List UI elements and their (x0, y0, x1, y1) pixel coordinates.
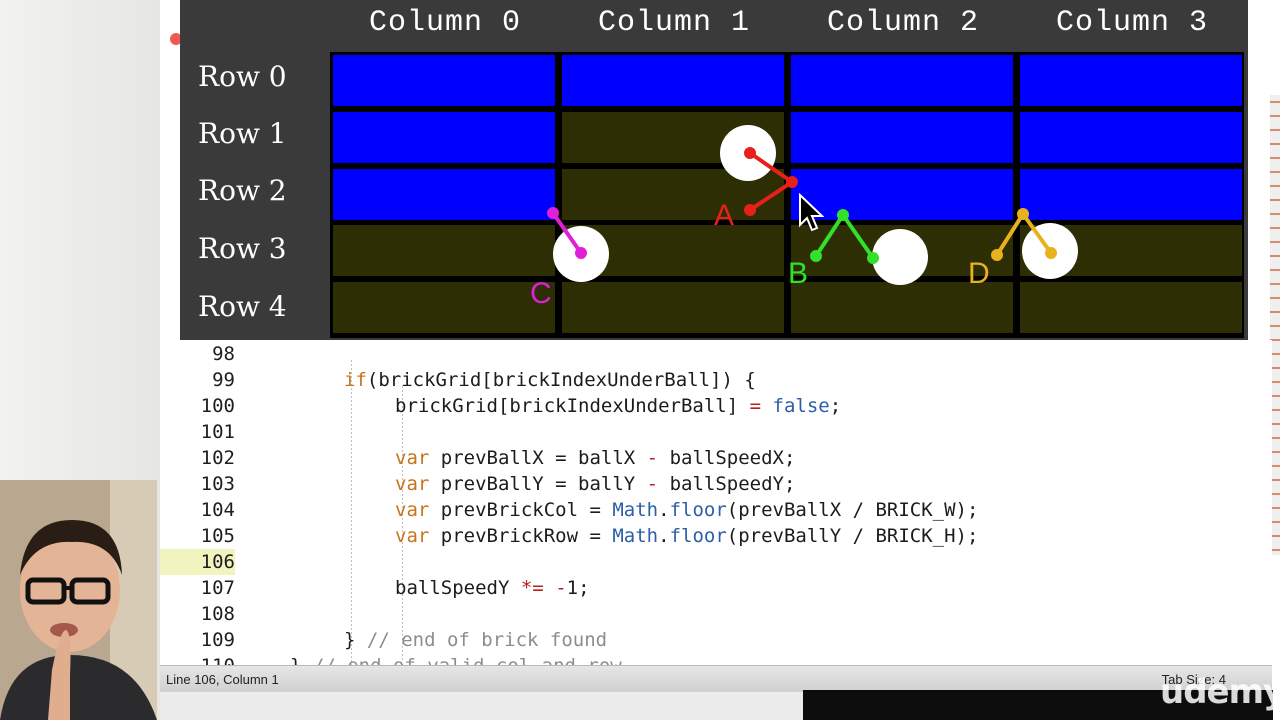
line-number: 98 (212, 343, 235, 365)
code-text: } // end of brick found (344, 629, 608, 651)
code-line[interactable]: 102 var prevBallX = ballX - ballSpeedX; (160, 445, 1272, 471)
status-bar: Line 106, Column 1 Tab Size: 4 (160, 665, 1272, 693)
code-text: ballSpeedY *= -1; (395, 577, 590, 599)
ball-trajectories (547, 147, 1057, 264)
code-line[interactable]: 107 ballSpeedY *= -1; (160, 575, 1272, 601)
line-number: 99 (212, 369, 235, 391)
label-c: C (530, 277, 552, 310)
line-number: 103 (200, 473, 235, 495)
code-text: var prevBallY = ballY - ballSpeedY; (395, 473, 796, 495)
code-line[interactable]: 109 } // end of brick found (160, 627, 1272, 653)
code-line[interactable]: 105 var prevBrickRow = Math.floor(prevBal… (160, 523, 1272, 549)
instructor-webcam (0, 480, 157, 720)
code-text: var prevBrickCol = Math.floor(prevBallX … (395, 499, 979, 521)
line-number: 105 (200, 525, 235, 547)
line-number: 104 (200, 499, 235, 521)
line-number: 108 (200, 603, 235, 625)
code-text: var prevBrickRow = Math.floor(prevBallY … (395, 525, 979, 547)
code-line[interactable]: 101 (160, 419, 1272, 445)
code-line[interactable]: 106 (160, 549, 1272, 575)
line-number: 107 (200, 577, 235, 599)
line-number: 102 (200, 447, 235, 469)
code-line[interactable]: 99 if(brickGrid[brickIndexUnderBall]) { (160, 367, 1272, 393)
trajectory-a (744, 147, 798, 216)
line-number: 101 (200, 421, 235, 443)
brick-grid-diagram: Column 0 Column 1 Column 2 Column 3 Row … (180, 0, 1248, 340)
code-text: brickGrid[brickIndexUnderBall] = false; (395, 395, 842, 417)
udemy-watermark: udemy (1160, 672, 1280, 712)
code-line[interactable]: 108 (160, 601, 1272, 627)
code-line[interactable]: 98 (160, 341, 1272, 367)
code-line[interactable]: 110 } // end of valid col and row (160, 653, 1272, 665)
instructor-image (0, 480, 157, 720)
label-b: B (788, 257, 809, 290)
trajectory-c (547, 207, 587, 259)
code-line[interactable]: 103 var prevBallY = ballY - ballSpeedY; (160, 471, 1272, 497)
code-area[interactable]: 98 99 if(brickGrid[brickIndexUnderBall]) {… (160, 340, 1272, 665)
line-number: 109 (200, 629, 235, 651)
code-line[interactable]: 104 var prevBrickCol = Math.floor(prevBal… (160, 497, 1272, 523)
cursor-position: Line 106, Column 1 (166, 672, 279, 687)
mouse-pointer-icon (799, 193, 824, 232)
line-number: 100 (200, 395, 235, 417)
trajectory-d (991, 208, 1057, 261)
code-text: } // end of valid col and row (290, 653, 622, 665)
code-text: if(brickGrid[brickIndexUnderBall]) { (344, 369, 756, 391)
label-a: A (714, 199, 735, 232)
code-text: var prevBallX = ballX - ballSpeedX; (395, 447, 796, 469)
line-number: 110 (160, 653, 235, 665)
code-line[interactable]: 100 brickGrid[brickIndexUnderBall] = fals… (160, 393, 1272, 419)
line-number: 106 (160, 549, 235, 575)
label-d: D (968, 257, 990, 290)
